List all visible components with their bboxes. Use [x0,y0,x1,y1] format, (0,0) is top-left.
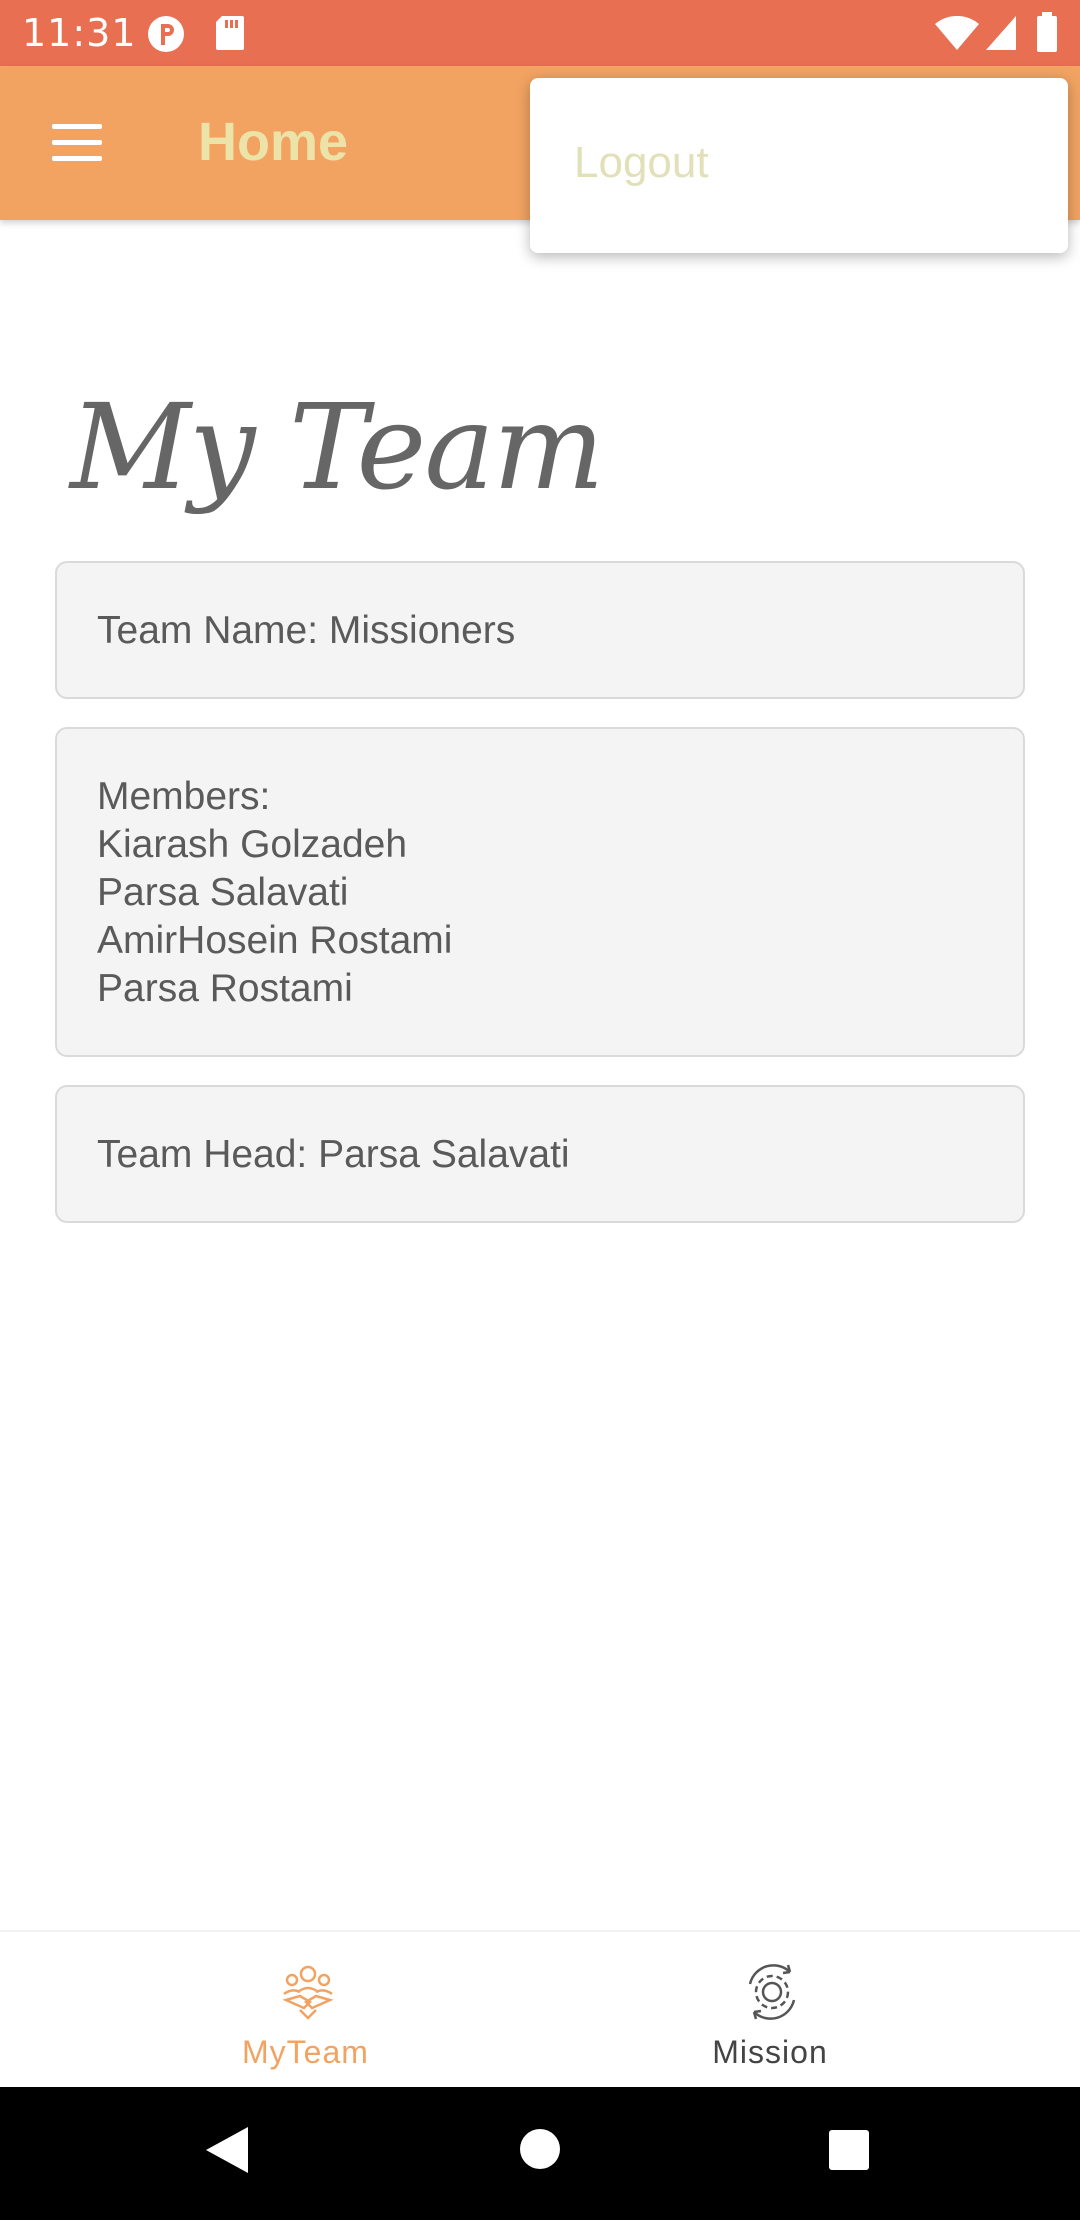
back-icon[interactable] [204,2125,250,2180]
recents-icon[interactable] [828,2129,870,2176]
my-team-heading: My Team [70,378,605,516]
nav-item-mission[interactable]: Mission [540,1932,1080,2089]
bottom-navigation: MyTeam Mission [0,1930,1080,2087]
battery-icon [1036,12,1058,57]
member-item: AmirHosein Rostami [97,919,453,962]
nav-item-myteam[interactable]: MyTeam [0,1932,540,2089]
members-label: Members: [97,775,271,818]
home-icon[interactable] [518,2127,562,2176]
team-head-text: Team Head: Parsa Salavati [97,1133,570,1176]
wifi-icon [934,15,980,57]
member-item: Kiarash Golzadeh [97,823,408,866]
status-bar: 11:31 [0,0,1080,66]
signal-icon [984,14,1018,57]
logout-menu-item[interactable]: Logout [530,118,1068,208]
team-head-card: Team Head: Parsa Salavati [55,1085,1025,1223]
team-name-text: Team Name: Missioners [97,609,516,652]
nav-label-mission: Mission [712,2034,828,2070]
member-item: Parsa Rostami [97,967,353,1010]
notification-p-icon [146,14,186,59]
overflow-menu: Logout [530,78,1068,253]
team-handshake-icon [276,1960,340,2024]
status-time: 11:31 [22,11,137,55]
team-name-card: Team Name: Missioners [55,561,1025,699]
nav-label-myteam: MyTeam [242,2034,369,2070]
gear-cycle-icon [740,1960,804,2024]
members-card: Members: Kiarash Golzadeh Parsa Salavati… [55,727,1025,1057]
member-item: Parsa Salavati [97,871,349,914]
page-title: Home [198,112,349,172]
system-navigation-bar [0,2087,1080,2220]
hamburger-menu-icon[interactable] [38,110,114,174]
sd-card-icon [214,14,246,57]
